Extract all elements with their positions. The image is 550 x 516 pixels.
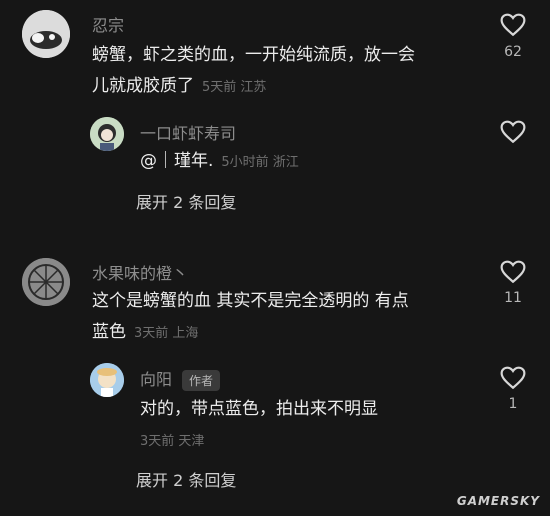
expand-replies-button[interactable]: 展开 2 条回复 xyxy=(136,189,236,213)
heart-icon[interactable] xyxy=(500,366,526,390)
heart-icon[interactable] xyxy=(500,260,526,284)
comment-text-line2-row: 蓝色 3天前 上海 xyxy=(92,317,198,349)
watermark: GAMERSKY xyxy=(456,494,540,508)
expand-replies-button[interactable]: 展开 2 条回复 xyxy=(136,467,236,491)
reply-author[interactable]: 一口虾虾寿司 xyxy=(140,120,236,144)
comment-text-line1: 这个是螃蟹的血 其实不是完全透明的 有点 xyxy=(92,291,409,311)
heart-icon[interactable] xyxy=(500,13,526,37)
comment-meta: 3天前 上海 xyxy=(134,326,199,341)
reply-meta: 3天前 天津 xyxy=(140,434,205,449)
like-count: 1 xyxy=(508,396,518,412)
avatar[interactable] xyxy=(22,258,70,306)
reply-author-row: 向阳 作者 xyxy=(140,366,221,391)
ferris-wheel-avatar-icon xyxy=(22,258,70,306)
girl-avatar-icon xyxy=(90,117,124,151)
comment-text-line2: 儿就成胶质了 xyxy=(92,76,194,96)
comment-text-line1: 螃蟹，虾之类的血，一开始纯流质，放一会 xyxy=(92,45,415,65)
reply-text-row: @｜瑾年. 5小时前 浙江 xyxy=(140,146,299,178)
avatar[interactable] xyxy=(22,10,70,58)
comment-text-line2-row: 儿就成胶质了 5天前 江苏 xyxy=(92,71,266,103)
comment-author[interactable]: 水果味的橙丶 xyxy=(92,260,188,284)
character-avatar-icon xyxy=(90,363,124,397)
like-count: 62 xyxy=(504,44,522,60)
reply-author[interactable]: 向阳 xyxy=(140,370,172,389)
reply-meta: 5小时前 浙江 xyxy=(221,155,299,170)
reply-text: @｜瑾年. xyxy=(140,151,214,171)
avatar[interactable] xyxy=(90,117,124,151)
comment-author[interactable]: 忍宗 xyxy=(92,12,124,36)
avatar[interactable] xyxy=(90,363,124,397)
cat-avatar-icon xyxy=(22,10,70,58)
reply-text: 对的，带点蓝色，拍出来不明显 xyxy=(140,399,378,419)
heart-icon[interactable] xyxy=(500,120,526,144)
like-count: 11 xyxy=(504,290,522,306)
comment-text-line2: 蓝色 xyxy=(92,322,126,342)
comment-meta: 5天前 江苏 xyxy=(202,80,267,95)
author-badge: 作者 xyxy=(182,370,221,391)
